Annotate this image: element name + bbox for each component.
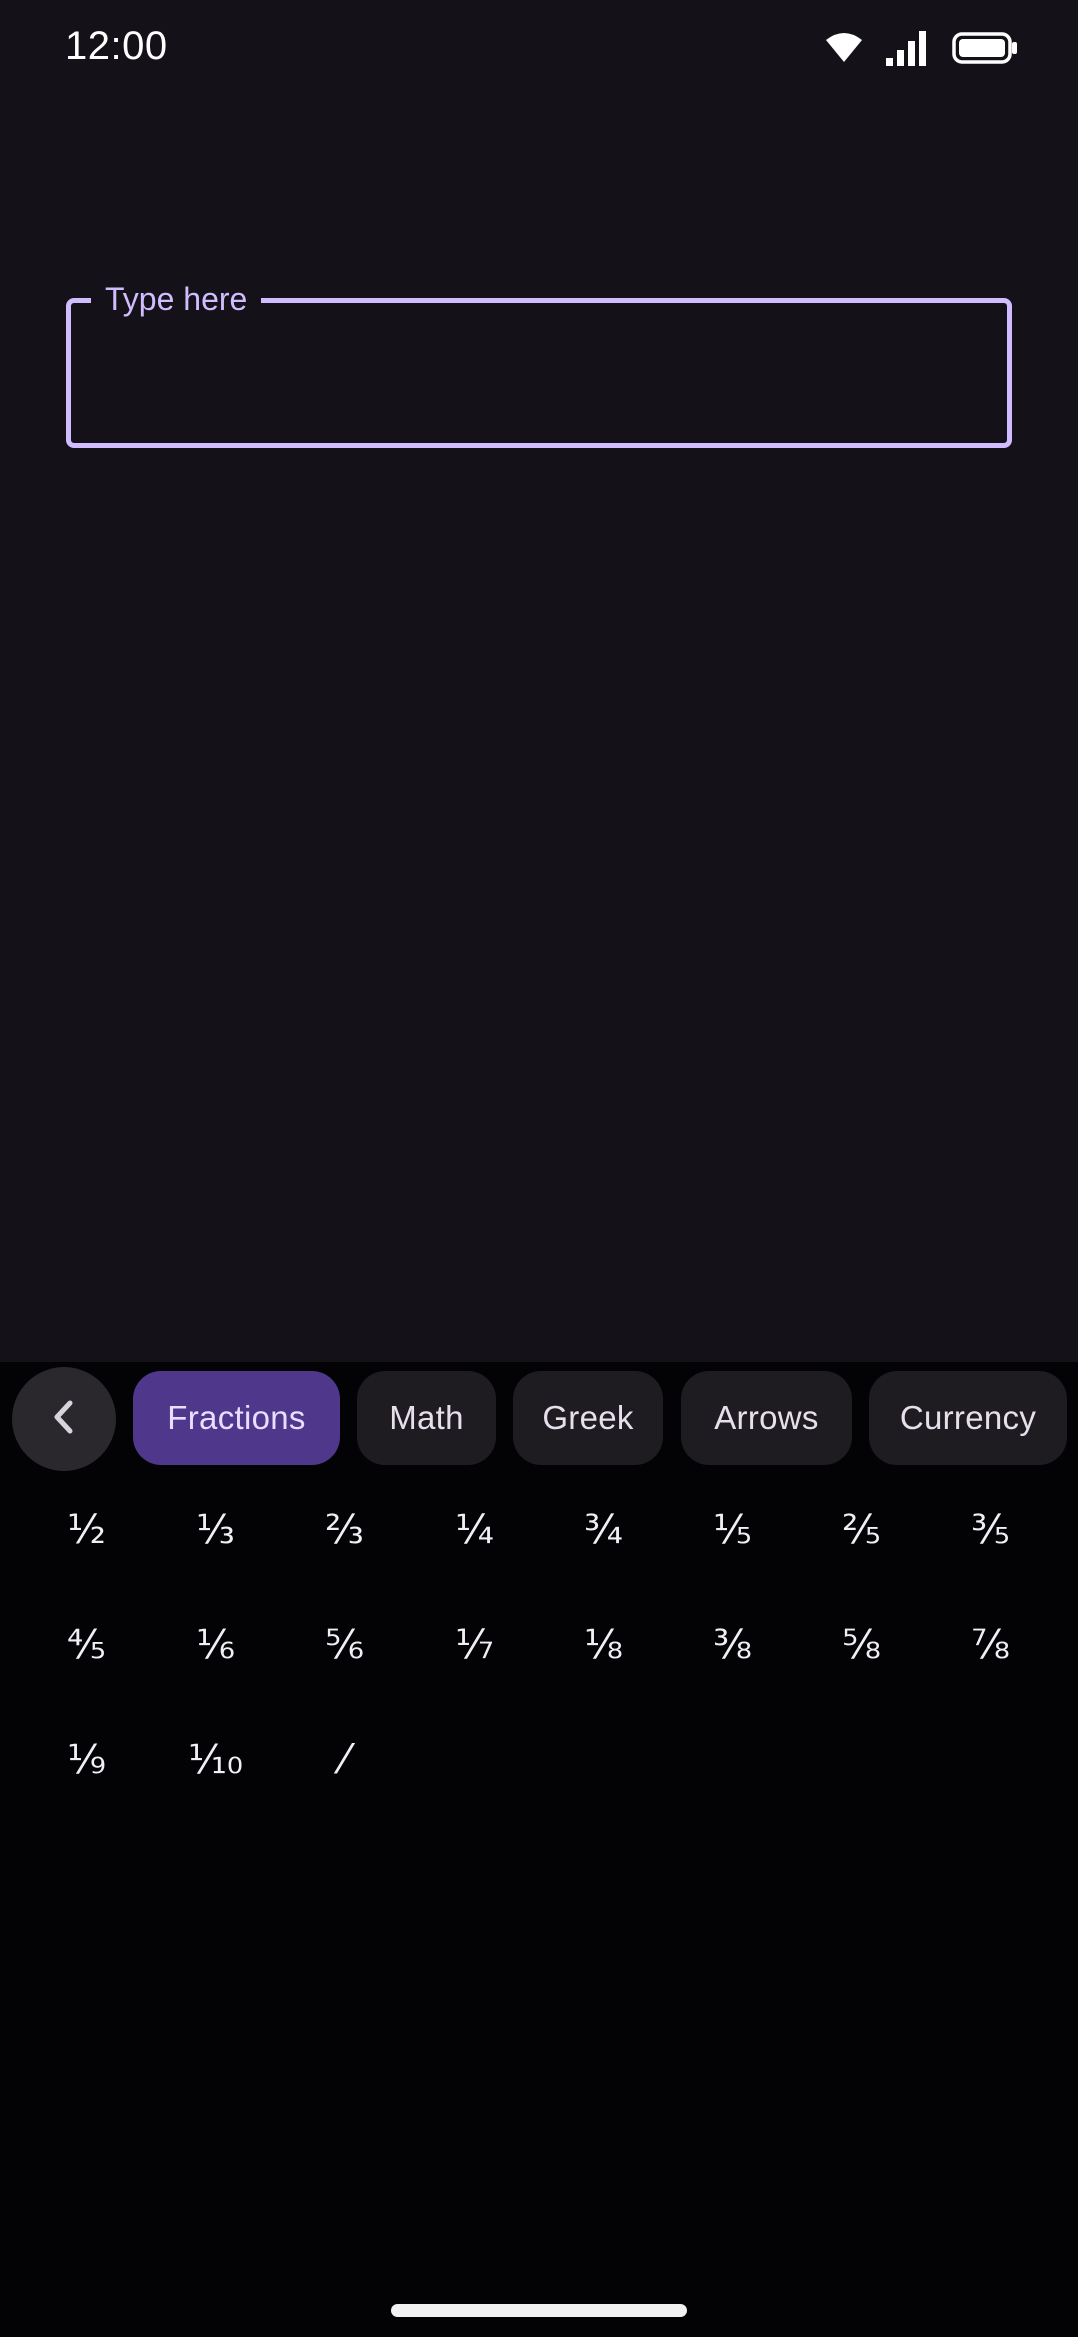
symbol-key[interactable]: ⅒ [151, 1704, 280, 1816]
symbol-key[interactable]: ⅛ [539, 1589, 668, 1701]
tab-fractions[interactable]: Fractions [133, 1371, 340, 1465]
symbol-key[interactable]: ⅔ [280, 1474, 409, 1586]
symbol-key[interactable]: ⅑ [22, 1704, 151, 1816]
symbol-key[interactable]: ⅗ [926, 1474, 1055, 1586]
symbol-key[interactable]: ½ [22, 1474, 151, 1586]
text-input[interactable] [95, 333, 983, 413]
symbol-key[interactable]: ¼ [410, 1474, 539, 1586]
tab-currency[interactable]: Currency [869, 1371, 1067, 1465]
symbol-key[interactable]: ⅕ [668, 1474, 797, 1586]
symbol-key[interactable]: ⁄ [280, 1704, 409, 1816]
symbol-key[interactable]: ⅖ [797, 1474, 926, 1586]
tab-math[interactable]: Math [357, 1371, 496, 1465]
tab-label: Fractions [167, 1399, 306, 1436]
tab-label: Currency [899, 1399, 1037, 1436]
chevron-left-icon [49, 1397, 79, 1442]
tab-label: Math [389, 1399, 464, 1436]
symbol-key[interactable]: ⅝ [797, 1589, 926, 1701]
symbol-key[interactable]: ⅓ [151, 1474, 280, 1586]
home-indicator[interactable] [391, 2304, 687, 2317]
status-bar: 12:00 [0, 0, 1078, 96]
symbol-keyboard: Fractions Math Greek Arrows Currency ½ ⅓… [0, 1362, 1078, 2337]
back-button[interactable] [12, 1367, 116, 1471]
symbol-key[interactable]: ¾ [539, 1474, 668, 1586]
symbol-key[interactable]: ⅚ [280, 1589, 409, 1701]
status-icons [824, 30, 1018, 70]
symbol-key[interactable]: ⅙ [151, 1589, 280, 1701]
app-screen: 12:00 Type here [0, 0, 1078, 1362]
type-here-field[interactable]: Type here [66, 275, 1012, 448]
symbol-key[interactable]: ⅞ [926, 1589, 1055, 1701]
wifi-icon [824, 32, 864, 69]
battery-icon [952, 31, 1018, 70]
tab-label: Greek [542, 1399, 634, 1436]
status-time: 12:00 [65, 24, 168, 68]
category-tabs: Fractions Math Greek Arrows Currency [0, 1362, 1078, 1474]
tab-arrows[interactable]: Arrows [681, 1371, 852, 1465]
tab-label: Arrows [714, 1399, 819, 1436]
signal-icon [886, 30, 930, 71]
symbol-key[interactable]: ⅜ [668, 1589, 797, 1701]
field-label: Type here [91, 275, 262, 323]
symbol-key[interactable]: ⅘ [22, 1589, 151, 1701]
symbol-key[interactable]: ⅐ [410, 1589, 539, 1701]
tab-greek[interactable]: Greek [513, 1371, 663, 1465]
